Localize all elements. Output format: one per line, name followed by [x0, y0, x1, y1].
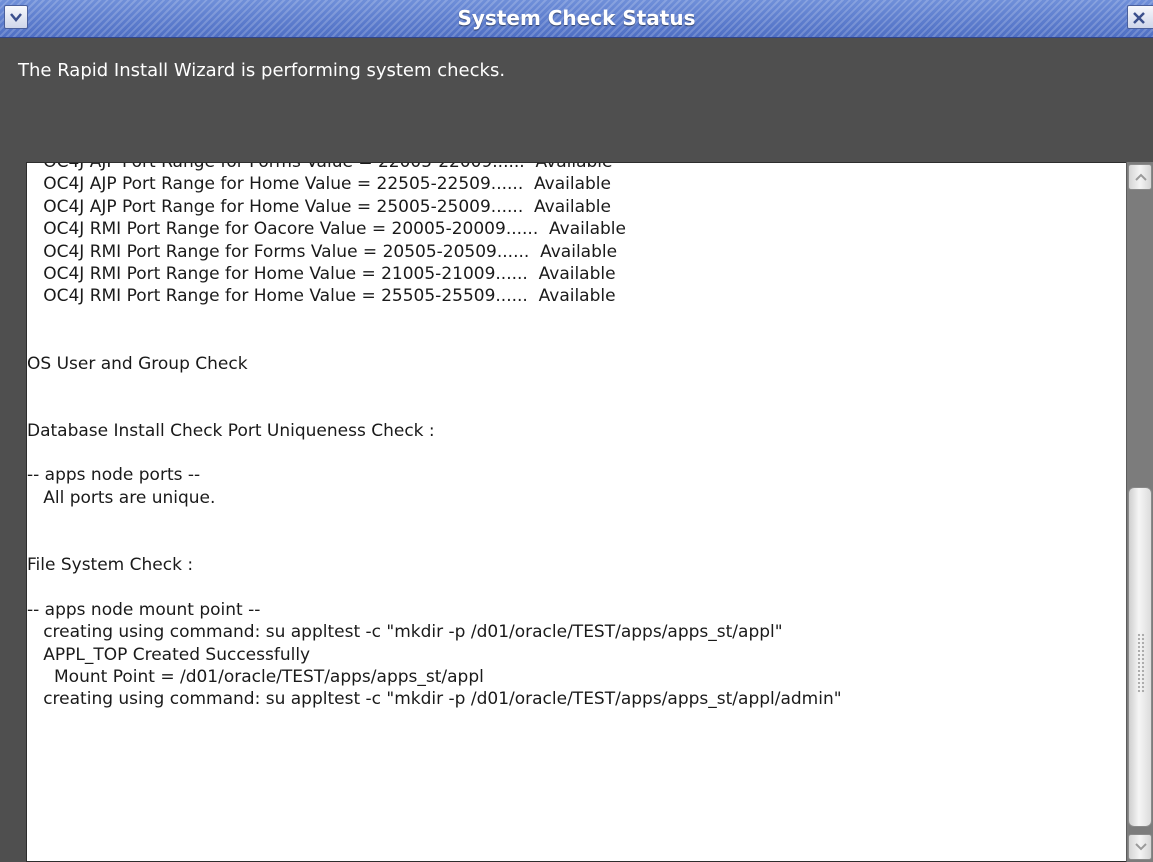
log-line: -- apps node ports --: [27, 465, 201, 486]
close-button[interactable]: [1127, 5, 1153, 29]
log-content: OC4J AJP Port Range for Forms Value = 22…: [27, 162, 1122, 711]
log-output-area[interactable]: OC4J AJP Port Range for Forms Value = 22…: [26, 162, 1153, 862]
log-line: creating using command: su appltest -c "…: [27, 622, 783, 643]
grip-icon: [1137, 633, 1145, 693]
scroll-down-button[interactable]: [1128, 834, 1152, 860]
log-line: OC4J RMI Port Range for Oacore Value = 2…: [27, 219, 626, 240]
status-description: The Rapid Install Wizard is performing s…: [18, 60, 506, 81]
log-line: OC4J AJP Port Range for Forms Value = 22…: [27, 162, 613, 172]
log-line: OC4J RMI Port Range for Home Value = 210…: [27, 263, 616, 284]
log-line: APPL_TOP Created Successfully: [27, 644, 311, 665]
window-title: System Check Status: [457, 6, 696, 30]
log-line: All ports are unique.: [27, 487, 216, 508]
log-line: OC4J AJP Port Range for Home Value = 225…: [27, 174, 611, 195]
log-line: Mount Point = /d01/oracle/TEST/apps/apps…: [27, 666, 484, 687]
scroll-thumb[interactable]: [1128, 487, 1152, 827]
arrow-up-icon: [1135, 173, 1147, 181]
log-line: File System Check :: [27, 555, 194, 576]
scroll-up-button[interactable]: [1128, 164, 1152, 190]
vertical-scrollbar[interactable]: [1126, 162, 1153, 862]
log-line: OC4J AJP Port Range for Home Value = 250…: [27, 196, 611, 217]
log-line: OC4J RMI Port Range for Home Value = 255…: [27, 286, 616, 307]
log-line: OC4J RMI Port Range for Forms Value = 20…: [27, 241, 618, 262]
log-line: creating using command: su appltest -c "…: [27, 689, 842, 710]
arrow-down-icon: [1135, 843, 1147, 851]
log-line: -- apps node mount point --: [27, 599, 261, 620]
log-line: OS User and Group Check: [27, 353, 248, 374]
log-line: Database Install Check Port Uniqueness C…: [27, 420, 435, 441]
title-bar[interactable]: System Check Status: [0, 0, 1153, 38]
close-icon: [1133, 12, 1145, 24]
